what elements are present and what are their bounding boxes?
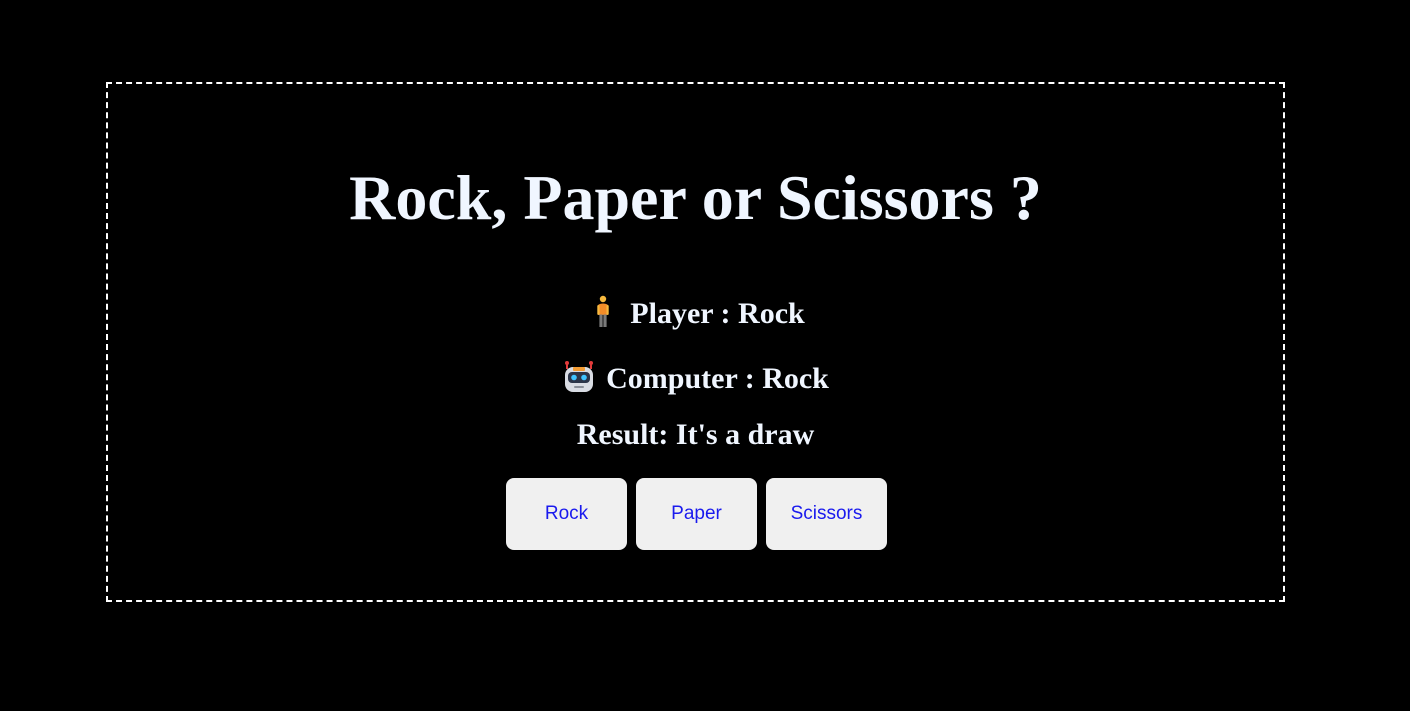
result-text: Result: It's a draw xyxy=(576,418,815,451)
player-choice: Player : Rock xyxy=(108,295,1283,329)
choice-buttons: Rock Paper Scissors xyxy=(506,478,887,550)
rock-button[interactable]: Rock xyxy=(506,478,627,550)
page-title: Rock, Paper or Scissors ? xyxy=(349,162,1042,233)
game-container: Rock, Paper or Scissors ? Player : Rock xyxy=(106,82,1285,602)
scissors-button[interactable]: Scissors xyxy=(766,478,887,550)
person-standing-icon xyxy=(586,295,620,329)
computer-choice-text: Computer : Rock xyxy=(606,362,829,395)
player-choice-text: Player : Rock xyxy=(630,297,805,330)
paper-button[interactable]: Paper xyxy=(636,478,757,550)
computer-choice: Computer : Rock xyxy=(108,360,1283,394)
robot-icon xyxy=(562,360,596,394)
